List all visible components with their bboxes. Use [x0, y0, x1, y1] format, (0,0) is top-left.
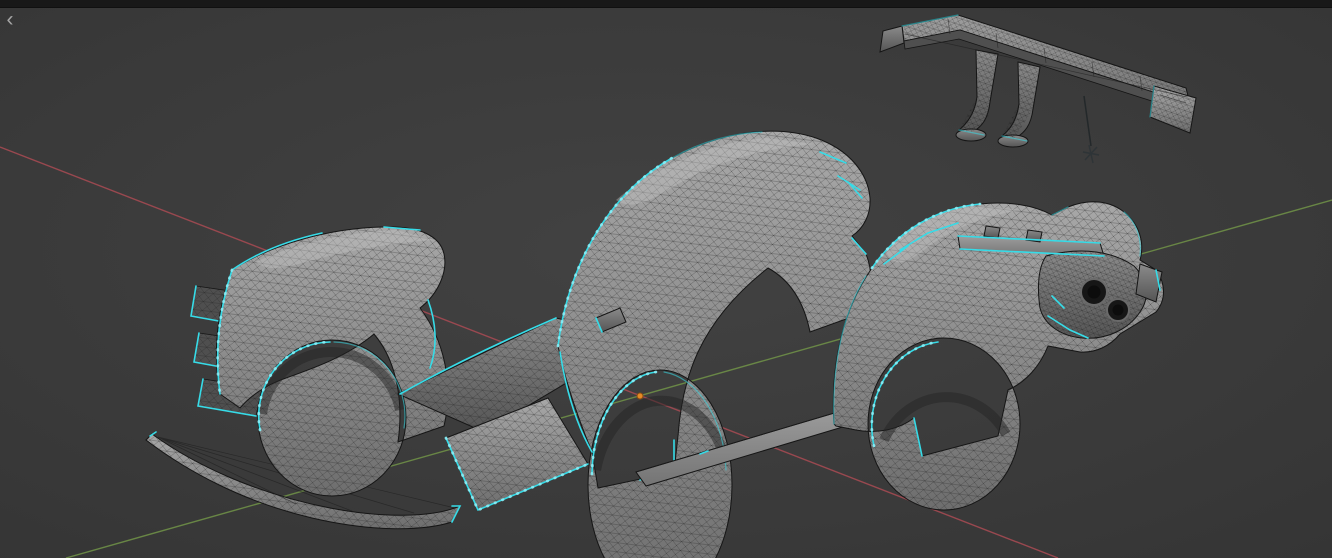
- viewport-canvas[interactable]: [0, 0, 1332, 558]
- exhaust-pipe-right-bore: [1112, 304, 1124, 316]
- rear-lip-tab-1: [983, 225, 1001, 239]
- blender-3d-viewport-window: ‹: [0, 0, 1332, 558]
- exhaust-pipe-left-bore: [1087, 285, 1101, 299]
- panel-collapse-arrow[interactable]: ‹: [2, 9, 18, 31]
- window-top-bar: [0, 0, 1332, 8]
- origin-dot: [636, 392, 644, 400]
